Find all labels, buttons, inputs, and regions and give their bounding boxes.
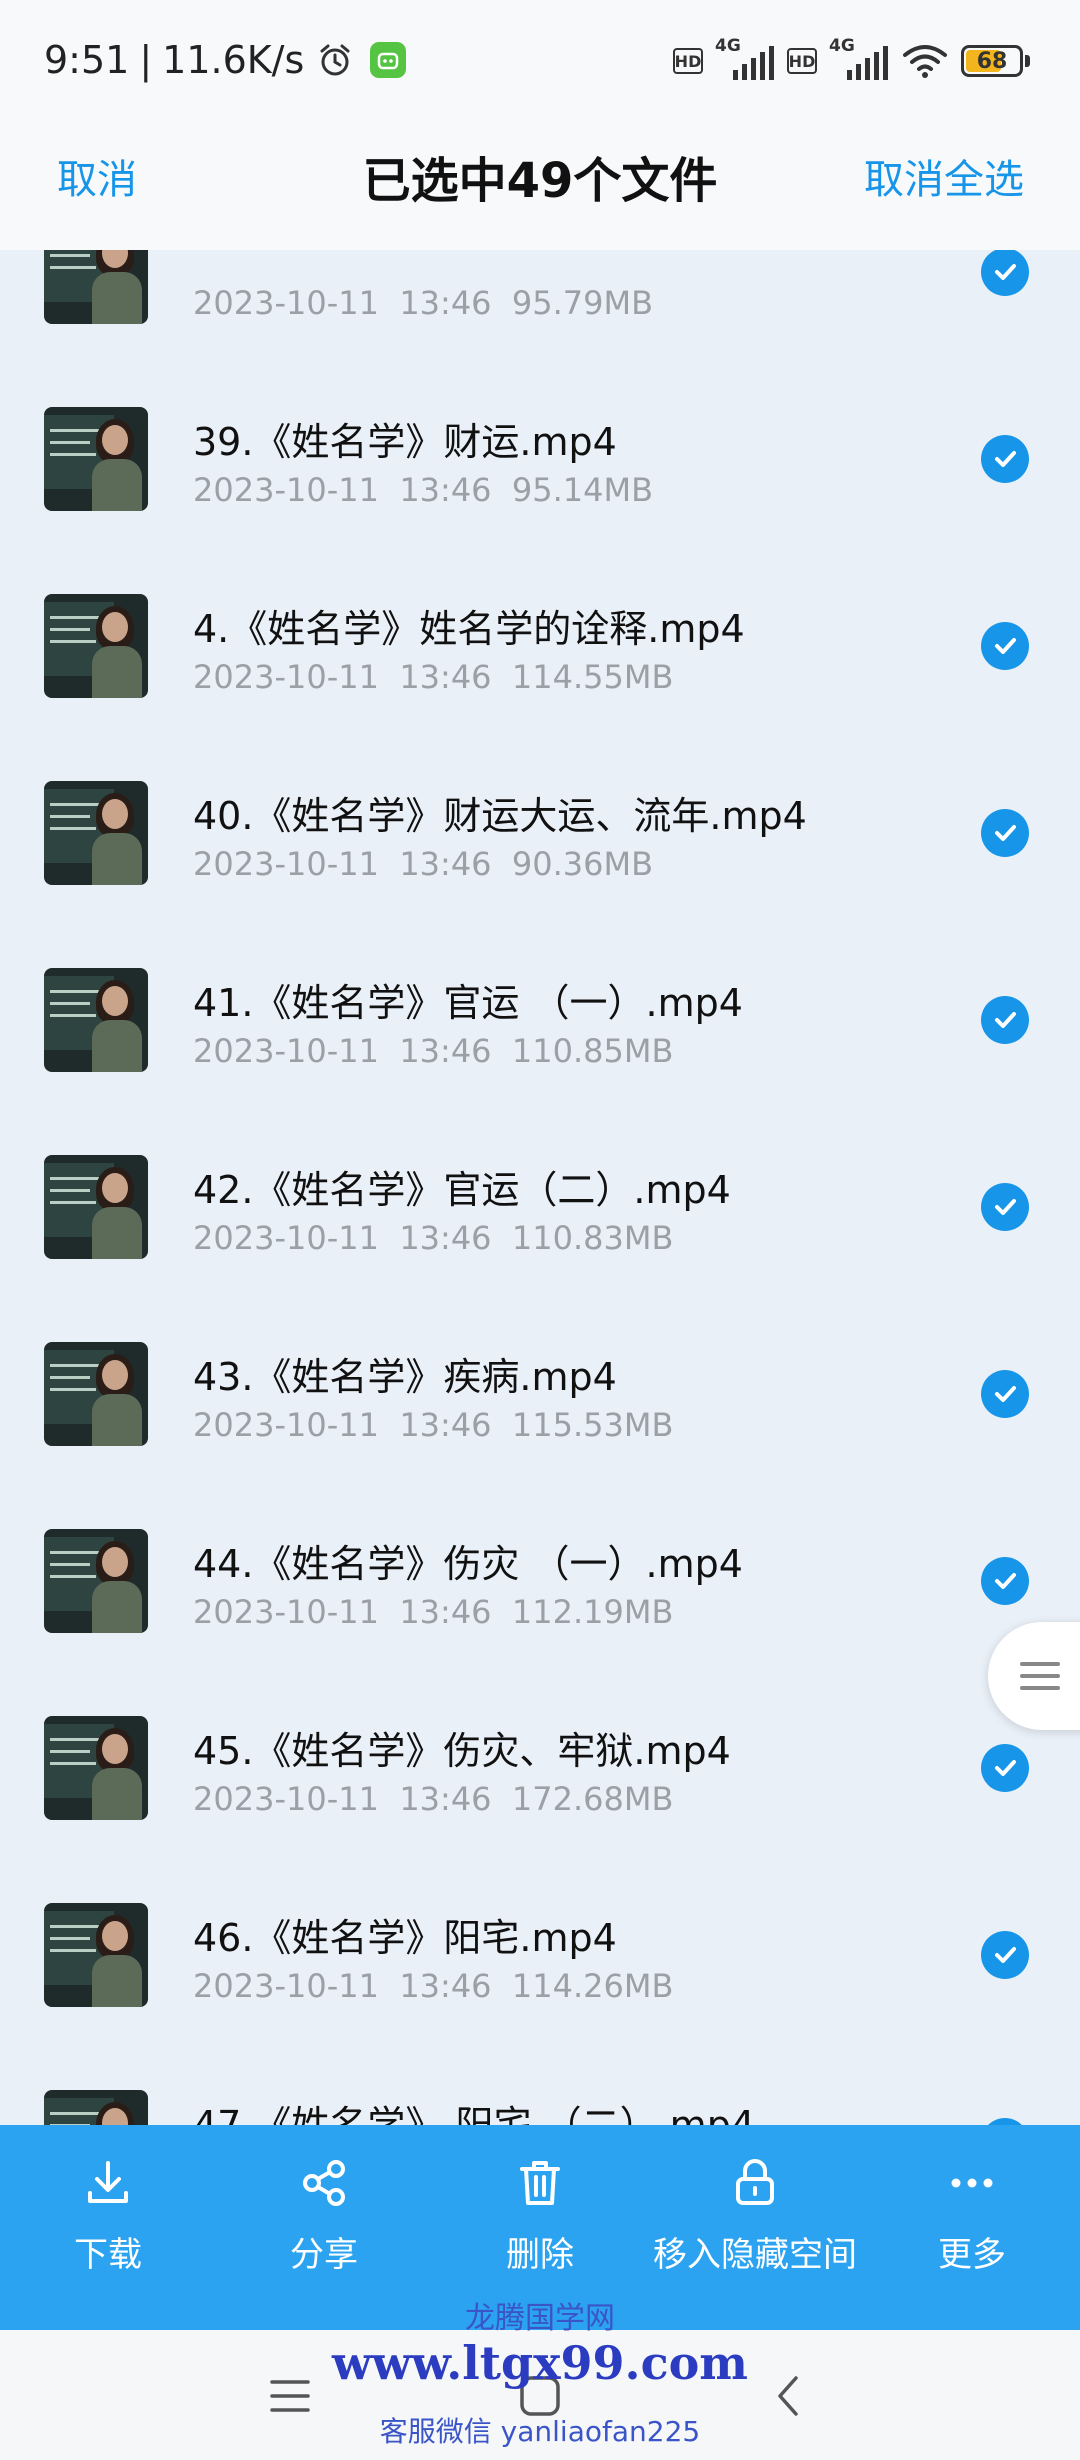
video-thumbnail xyxy=(44,1342,148,1446)
video-thumbnail xyxy=(44,407,148,511)
watermark-title: 龙腾国学网 xyxy=(465,2301,615,2336)
move-to-hidden-button[interactable]: 移入隐藏空间 xyxy=(653,2155,857,2276)
file-name: 46.《姓名学》阳宅.mp4 xyxy=(193,1916,617,1960)
menu-lines-icon xyxy=(1020,1662,1060,1690)
file-name: 39.《姓名学》财运.mp4 xyxy=(193,420,617,464)
share-button[interactable]: 分享 xyxy=(284,2155,364,2276)
file-name: 47.《姓名学》 阳宅 （二）.mp4 xyxy=(193,2103,755,2125)
share-icon xyxy=(303,2160,345,2206)
file-name: 4.《姓名学》姓名学的诠释.mp4 xyxy=(193,607,745,651)
video-thumbnail xyxy=(44,1903,148,2007)
app-notification-icon xyxy=(370,42,407,78)
file-row[interactable]: 2023-10-11 13:46 95.79MB xyxy=(0,250,1080,324)
checked-checkbox-icon[interactable] xyxy=(981,996,1029,1044)
file-row[interactable]: 40.《姓名学》财运大运、流年.mp4 2023-10-11 13:46 90.3… xyxy=(0,688,1080,885)
lock-icon xyxy=(736,2159,774,2205)
status-separator: | xyxy=(139,38,153,82)
watermark-contact: 客服微信 yanliaofan225 xyxy=(379,2415,701,2448)
share-label: 分享 xyxy=(290,2235,358,2275)
file-row[interactable]: 47.《姓名学》 阳宅 （二）.mp42023-10-11 13:46 111.… xyxy=(0,1997,1080,2125)
checked-checkbox-icon[interactable] xyxy=(981,435,1029,483)
more-label: 更多 xyxy=(938,2235,1006,2275)
delete-label: 删除 xyxy=(506,2235,574,2275)
battery-nub xyxy=(1025,55,1030,67)
file-row[interactable]: 39.《姓名学》财运.mp4 2023-10-11 13:46 95.14MB xyxy=(0,314,1080,511)
selection-header: 取消 已选中49个文件 取消全选 xyxy=(0,135,1080,250)
checked-checkbox-icon[interactable] xyxy=(981,1744,1029,1792)
checked-checkbox-icon[interactable] xyxy=(981,2118,1029,2125)
video-thumbnail xyxy=(44,1529,148,1633)
download-button[interactable]: 下载 xyxy=(68,2155,148,2276)
checked-checkbox-icon[interactable] xyxy=(981,622,1029,670)
checked-checkbox-icon[interactable] xyxy=(981,809,1029,857)
network-speed: 11.6K/s xyxy=(162,38,305,82)
video-thumbnail xyxy=(44,781,148,885)
status-time: 9:51 xyxy=(44,38,130,82)
file-name: 44.《姓名学》伤灾 （一）.mp4 xyxy=(193,1542,743,1586)
trash-icon xyxy=(520,2161,560,2205)
file-name: 40.《姓名学》财运大运、流年.mp4 xyxy=(193,794,807,838)
network-type-sim1: 4G xyxy=(715,36,741,56)
hd-icon: HD xyxy=(673,48,703,74)
file-row[interactable]: 4.《姓名学》姓名学的诠释.mp4 2023-10-11 13:46 114.55… xyxy=(0,501,1080,698)
video-thumbnail xyxy=(44,1155,148,1259)
file-row[interactable]: 41.《姓名学》官运 （一）.mp4 2023-10-11 13:46 110.8… xyxy=(0,875,1080,1072)
checked-checkbox-icon[interactable] xyxy=(981,1370,1029,1418)
video-thumbnail xyxy=(44,968,148,1072)
delete-button[interactable]: 删除 xyxy=(500,2155,580,2276)
move-to-hidden-label: 移入隐藏空间 xyxy=(653,2235,857,2275)
download-label: 下载 xyxy=(74,2235,142,2275)
status-bar: 9:51 | 11.6K/s HD 4G HD 4G 68 xyxy=(0,0,1080,135)
video-thumbnail xyxy=(44,594,148,698)
file-row[interactable]: 43.《姓名学》疾病.mp4 2023-10-11 13:46 115.53MB xyxy=(0,1249,1080,1446)
file-row[interactable]: 45.《姓名学》伤灾、牢狱.mp4 2023-10-11 13:46 172.68… xyxy=(0,1623,1080,1820)
hd-icon-2: HD xyxy=(787,48,817,74)
checked-checkbox-icon[interactable] xyxy=(981,1931,1029,1979)
file-name: 43.《姓名学》疾病.mp4 xyxy=(193,1355,617,1399)
checked-checkbox-icon[interactable] xyxy=(981,1557,1029,1605)
file-row[interactable]: 42.《姓名学》官运（二）.mp4 2023-10-11 13:46 110.83… xyxy=(0,1062,1080,1259)
watermark-url: www.ltgx99.com xyxy=(332,2336,748,2390)
battery-level: 68 xyxy=(976,48,1008,74)
video-thumbnail xyxy=(44,250,148,324)
status-left: 9:51 | 11.6K/s xyxy=(44,38,407,82)
file-name: 42.《姓名学》官运（二）.mp4 xyxy=(193,1168,731,1212)
network-type-sim2: 4G xyxy=(829,36,855,56)
download-icon xyxy=(88,2161,128,2203)
status-right: HD 4G HD 4G 68 xyxy=(673,36,1030,82)
signal-icon-sim2: 4G xyxy=(829,36,889,82)
file-name: 41.《姓名学》官运 （一）.mp4 xyxy=(193,981,743,1025)
file-name: 45.《姓名学》伤灾、牢狱.mp4 xyxy=(193,1729,731,1773)
checked-checkbox-icon[interactable] xyxy=(981,1183,1029,1231)
wifi-icon xyxy=(903,45,947,78)
file-row[interactable]: 44.《姓名学》伤灾 （一）.mp4 2023-10-11 13:46 112.1… xyxy=(0,1436,1080,1633)
more-dots-icon xyxy=(951,2178,993,2188)
file-list: 2023-10-11 13:46 95.79MB 39.《姓名学》财运.mp4 20… xyxy=(0,250,1080,2125)
more-button[interactable]: 更多 xyxy=(932,2155,1012,2276)
checked-checkbox-icon[interactable] xyxy=(981,250,1029,296)
deselect-all-button[interactable]: 取消全选 xyxy=(864,147,1024,205)
video-thumbnail xyxy=(44,1716,148,1820)
battery-icon: 68 xyxy=(961,45,1023,77)
video-thumbnail xyxy=(44,2090,148,2125)
signal-icon-sim1: 4G xyxy=(715,36,775,82)
alarm-icon xyxy=(320,44,350,76)
file-row[interactable]: 46.《姓名学》阳宅.mp4 2023-10-11 13:46 114.26MB xyxy=(0,1810,1080,2007)
